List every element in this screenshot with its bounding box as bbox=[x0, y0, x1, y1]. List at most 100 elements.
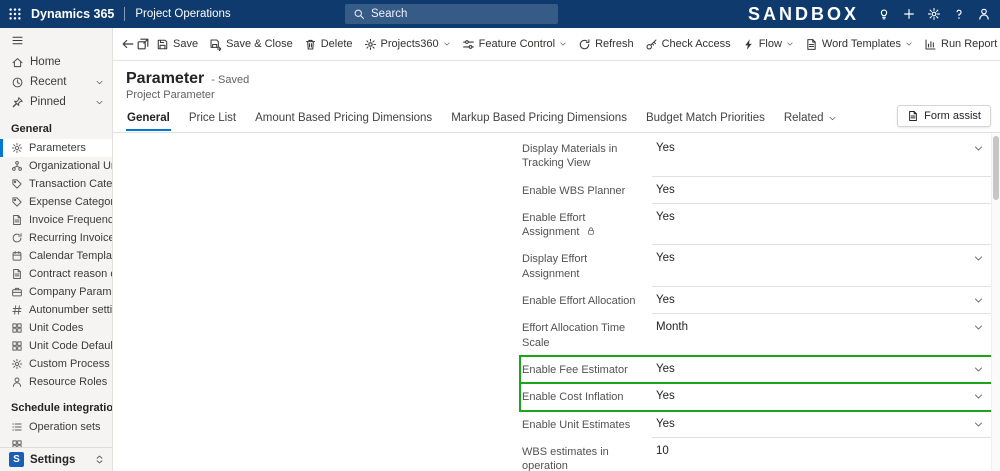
command-label: Save & Close bbox=[226, 38, 293, 50]
field-value[interactable]: Yes bbox=[652, 245, 994, 288]
sidebar-item-label: Parameters bbox=[29, 142, 86, 154]
command-label: Delete bbox=[320, 38, 353, 50]
sliders-icon bbox=[462, 38, 475, 51]
sidebar-item-recurring-invoice[interactable]: Recurring Invoice ... bbox=[0, 229, 112, 247]
topbar-button-gear[interactable] bbox=[921, 0, 946, 28]
settings-area-switcher[interactable]: S Settings bbox=[0, 447, 112, 471]
collapse-sitemap-button[interactable] bbox=[0, 28, 24, 52]
sidebar-item-unit-code-default[interactable]: Unit Code Default... bbox=[0, 337, 112, 355]
command-label: Word Templates bbox=[821, 38, 901, 50]
field-value[interactable]: Yes bbox=[652, 135, 994, 177]
sidebar-nav-home[interactable]: Home bbox=[0, 52, 112, 72]
refresh-icon bbox=[11, 232, 23, 244]
sidebar-item-calendar-templates[interactable]: Calendar Templates bbox=[0, 247, 112, 265]
sidebar-item-label: Resource Roles bbox=[29, 376, 108, 388]
record-header: Parameter - Saved Project Parameter Gene… bbox=[113, 61, 1000, 133]
doc-icon bbox=[805, 38, 818, 51]
sidebar-item-transaction-categ[interactable]: Transaction Categ... bbox=[0, 175, 112, 193]
hamburger-menu-icon bbox=[11, 34, 24, 47]
tab-related[interactable]: Related bbox=[783, 112, 838, 131]
command-flow[interactable]: Flow bbox=[737, 34, 799, 55]
tab-amount-based-pricing-dimensions[interactable]: Amount Based Pricing Dimensions bbox=[254, 112, 433, 131]
sidebar-item-unit-codes[interactable]: Unit Codes bbox=[0, 319, 112, 337]
sidebar-nav-recent[interactable]: Recent bbox=[0, 72, 112, 92]
command-feature-control[interactable]: Feature Control bbox=[457, 34, 572, 55]
tab-price-list[interactable]: Price List bbox=[188, 112, 237, 131]
command-delete[interactable]: Delete bbox=[299, 34, 358, 55]
sidebar-item-contract-reason-c[interactable]: Contract reason c... bbox=[0, 265, 112, 283]
command-word-templates[interactable]: Word Templates bbox=[800, 34, 918, 55]
global-search-box[interactable]: Search bbox=[345, 4, 558, 24]
field-value[interactable]: Month bbox=[652, 314, 994, 356]
form-assist-button[interactable]: Form assist bbox=[897, 105, 991, 127]
field-label: Enable Effort Assignment bbox=[522, 211, 586, 239]
field-value[interactable]: Yes bbox=[652, 411, 994, 438]
tab-markup-based-pricing-dimensions[interactable]: Markup Based Pricing Dimensions bbox=[450, 112, 628, 131]
open-in-new-window-button[interactable] bbox=[136, 32, 150, 57]
field-value[interactable]: 10 bbox=[652, 438, 994, 471]
command-run-report[interactable]: Run Report bbox=[919, 34, 1000, 55]
field-value-text: Yes bbox=[656, 362, 675, 375]
sidebar-item-autonumber-setti[interactable]: Autonumber setti... bbox=[0, 301, 112, 319]
sidebar-item-label: Recurring Invoice ... bbox=[29, 232, 112, 244]
search-icon bbox=[353, 8, 365, 20]
refresh-icon bbox=[578, 38, 591, 51]
field-enable-cost-inflation: Enable Cost Inflation Yes bbox=[519, 382, 995, 412]
command-save[interactable]: Save bbox=[151, 34, 203, 55]
field-value-text: 10 bbox=[656, 444, 669, 457]
command-label: Save bbox=[173, 38, 199, 50]
chevron-down-icon bbox=[973, 295, 984, 306]
sidebar-item-parameters[interactable]: Parameters bbox=[0, 139, 112, 157]
topbar-button-plus[interactable] bbox=[896, 0, 921, 28]
sidebar-item-label: Operation sets bbox=[29, 421, 101, 433]
tag-icon bbox=[11, 178, 23, 190]
sidebar-item-custom-process-e[interactable]: Custom Process E... bbox=[0, 355, 112, 373]
area-name[interactable]: Project Operations bbox=[135, 8, 230, 20]
field-value[interactable]: Yes bbox=[652, 204, 994, 246]
sidebar-item-resource-roles[interactable]: Resource Roles bbox=[0, 373, 112, 391]
form-assist-icon bbox=[907, 110, 919, 122]
tab-budget-match-priorities[interactable]: Budget Match Priorities bbox=[645, 112, 766, 131]
field-label: Display Materials in Tracking View bbox=[522, 143, 618, 170]
hash-icon bbox=[11, 304, 23, 316]
field-display-effort-assignment: Display Effort Assignment Yes bbox=[520, 245, 994, 288]
sidebar-item-label: Transaction Categ... bbox=[29, 178, 112, 190]
person-icon bbox=[11, 376, 23, 388]
bulb-icon bbox=[877, 7, 891, 21]
chevron-down-icon bbox=[905, 40, 913, 48]
back-button[interactable] bbox=[121, 32, 135, 57]
sidebar-item-label: Contract reason c... bbox=[29, 268, 112, 280]
form-tab-strip: General Price List Amount Based Pricing … bbox=[126, 107, 1000, 131]
tab-general[interactable]: General bbox=[126, 112, 171, 131]
field-value[interactable]: Yes bbox=[652, 177, 994, 204]
chevron-down-icon bbox=[973, 391, 984, 402]
field-value[interactable]: Yes bbox=[652, 383, 994, 411]
field-value[interactable]: Yes bbox=[652, 356, 994, 384]
command-save-close[interactable]: Save & Close bbox=[204, 34, 298, 55]
scrollbar-thumb[interactable] bbox=[993, 136, 999, 200]
command-check-access[interactable]: Check Access bbox=[640, 34, 736, 55]
command-label: Run Report bbox=[941, 38, 998, 50]
sidebar-item-company-parame[interactable]: Company Parame... bbox=[0, 283, 112, 301]
app-name[interactable]: Dynamics 365 bbox=[31, 7, 114, 21]
settings-label: Settings bbox=[30, 453, 76, 466]
clock-icon bbox=[11, 76, 24, 89]
field-value-text: Yes bbox=[656, 210, 675, 223]
vertical-scrollbar[interactable] bbox=[991, 133, 1000, 471]
command-projects360[interactable]: Projects360 bbox=[359, 34, 456, 55]
sidebar-item-operation-sets[interactable]: Operation sets bbox=[0, 418, 112, 436]
account-menu-button[interactable] bbox=[971, 0, 996, 28]
field-value[interactable]: Yes bbox=[652, 287, 994, 315]
topbar-button-bulb[interactable] bbox=[871, 0, 896, 28]
field-enable-effort-assignment: Enable Effort Assignment Yes bbox=[520, 204, 994, 246]
field-value-text: Yes bbox=[656, 252, 675, 265]
sidebar-item-expense-categories[interactable]: Expense Categories bbox=[0, 193, 112, 211]
save-status: - Saved bbox=[211, 74, 250, 86]
app-launcher-button[interactable] bbox=[0, 0, 30, 28]
sidebar-item-invoice-frequencies[interactable]: Invoice Frequencies bbox=[0, 211, 112, 229]
help-icon bbox=[952, 7, 966, 21]
sidebar-item-organizational-un[interactable]: Organizational Un... bbox=[0, 157, 112, 175]
sidebar-nav-pinned[interactable]: Pinned bbox=[0, 92, 112, 112]
topbar-button-help[interactable] bbox=[946, 0, 971, 28]
command-refresh[interactable]: Refresh bbox=[573, 34, 639, 55]
